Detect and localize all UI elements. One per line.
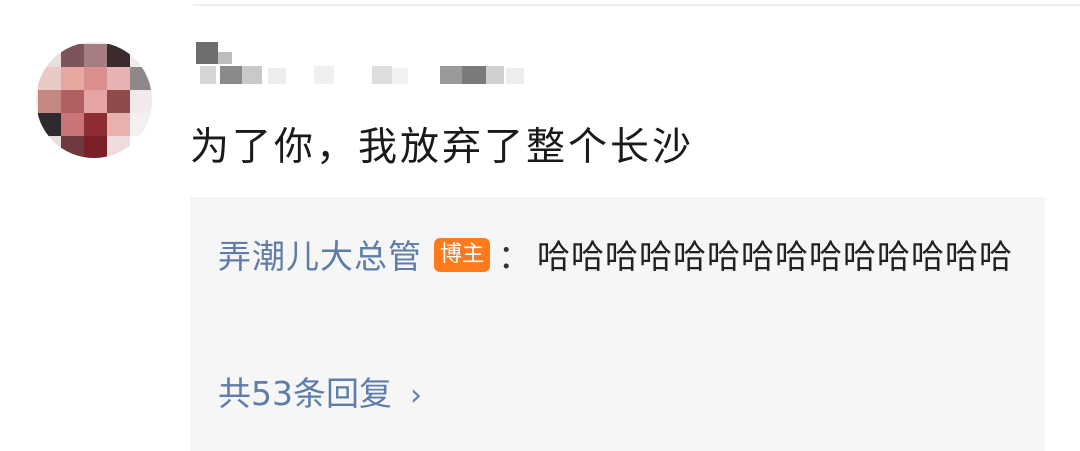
- more-replies-label: 共53条回复: [218, 374, 392, 413]
- reply-preview-box[interactable]: 弄潮儿大总管 博主：哈哈哈哈哈哈哈哈哈哈哈哈哈哈 共53条回复 ›: [190, 197, 1045, 451]
- blogger-badge: 博主: [434, 237, 491, 272]
- reply-item: 弄潮儿大总管 博主：哈哈哈哈哈哈哈哈哈哈哈哈哈哈: [218, 227, 1018, 287]
- more-replies-link[interactable]: 共53条回复 ›: [218, 369, 422, 421]
- avatar[interactable]: [36, 42, 152, 158]
- comment-thread: 为了你，我放弃了整个长沙 弄潮儿大总管 博主：哈哈哈哈哈哈哈哈哈哈哈哈哈哈 共53…: [0, 0, 1080, 451]
- username-redacted[interactable]: [196, 42, 536, 92]
- reply-separator: ：: [498, 237, 532, 276]
- comment-text: 为了你，我放弃了整个长沙: [190, 125, 695, 170]
- reply-author-link[interactable]: 弄潮儿大总管: [218, 237, 422, 276]
- top-divider: [193, 4, 1080, 6]
- reply-content: 哈哈哈哈哈哈哈哈哈哈哈哈哈哈: [537, 237, 1014, 276]
- chevron-right-icon: ›: [410, 378, 422, 413]
